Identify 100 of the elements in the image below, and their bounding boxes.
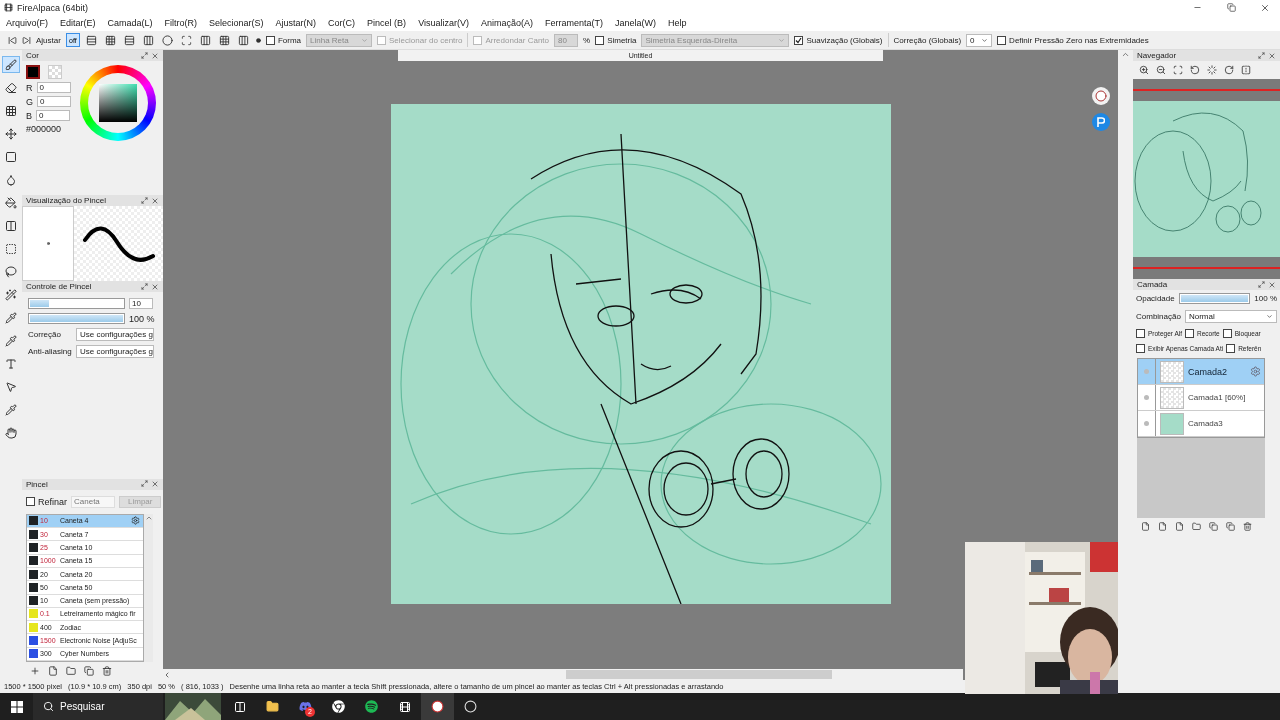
layer-item[interactable]: Camada2 <box>1138 359 1264 385</box>
checkbox[interactable] <box>794 35 804 45</box>
checkbox[interactable] <box>1226 344 1236 353</box>
navigator-preview[interactable] <box>1133 79 1280 279</box>
input-field[interactable]: 0 <box>36 110 70 121</box>
tool-button[interactable] <box>2 286 20 303</box>
new-file-icon[interactable] <box>48 666 58 676</box>
copy-icon[interactable] <box>1209 522 1218 531</box>
correction-dropdown[interactable]: 0 <box>966 33 993 47</box>
float-icon[interactable] <box>141 51 148 59</box>
fit-icon[interactable] <box>1173 65 1183 75</box>
menu-item[interactable]: Camada(L) <box>107 18 153 28</box>
settings-icon[interactable] <box>131 516 140 526</box>
opacity-reading: 100 % <box>1254 294 1277 303</box>
close-icon[interactable] <box>1260 2 1270 13</box>
search-field[interactable]: Pesquisar <box>33 693 163 720</box>
scrollbar[interactable] <box>144 513 153 662</box>
panel-header: Controle de Pincel <box>22 281 163 292</box>
menu-item[interactable]: Editar(E) <box>60 18 96 28</box>
new-layer-icon[interactable] <box>1158 522 1167 531</box>
blend-dropdown[interactable]: Normal <box>1184 310 1277 323</box>
close-icon[interactable] <box>151 480 159 489</box>
checkbox[interactable] <box>595 35 605 45</box>
restore-icon[interactable] <box>1226 3 1236 12</box>
menu-item[interactable]: Cor(C) <box>328 18 356 28</box>
menu-item[interactable]: Ajustar(N) <box>275 18 317 28</box>
folder-icon[interactable] <box>66 666 76 676</box>
lines-snap-icon[interactable] <box>124 34 136 46</box>
panel-header: Cor <box>22 50 163 61</box>
dot-icon[interactable] <box>255 37 261 43</box>
zoom-out-icon[interactable] <box>1156 65 1166 75</box>
input-field[interactable]: 0 <box>37 96 71 107</box>
new-layer-icon[interactable] <box>1141 522 1150 531</box>
menu-item[interactable]: Visualizar(V) <box>418 18 469 28</box>
size-slider[interactable] <box>28 298 125 309</box>
float-icon[interactable] <box>141 282 148 290</box>
parallel-snap-icon[interactable] <box>86 34 98 46</box>
checkbox[interactable] <box>1184 329 1194 338</box>
music-app-icon[interactable] <box>365 700 378 713</box>
field-label: Opacidade <box>1136 294 1175 303</box>
settings-icon[interactable] <box>1250 366 1261 377</box>
recorder-icon[interactable] <box>464 700 477 713</box>
grid-snap-icon[interactable] <box>219 34 231 46</box>
checkbox[interactable] <box>1136 329 1145 338</box>
zoom-in-icon[interactable] <box>1139 65 1149 75</box>
caret-icon <box>778 36 786 44</box>
menu-item[interactable]: Selecionar(S) <box>209 18 264 28</box>
panel-header: Visualização do Pincel <box>22 195 163 206</box>
dropdown[interactable]: Use configurações g <box>76 328 154 341</box>
dropdown[interactable]: Use configurações g <box>76 345 154 358</box>
trash-icon[interactable] <box>102 666 112 676</box>
checkbox-label: Refinar <box>38 496 67 507</box>
checkbox[interactable] <box>1136 344 1145 353</box>
input-field[interactable]: 10 <box>129 298 153 309</box>
next-frame-icon[interactable] <box>22 35 31 45</box>
checkbox[interactable] <box>26 497 35 507</box>
checkbox[interactable] <box>265 35 275 45</box>
add-brush-icon[interactable] <box>30 666 40 676</box>
copy-icon[interactable] <box>84 666 94 676</box>
tool-button[interactable] <box>2 56 20 73</box>
folder-icon[interactable] <box>1192 522 1201 531</box>
input-field[interactable]: 0 <box>36 82 71 93</box>
menu-item[interactable]: Ferramenta(T) <box>545 18 604 28</box>
menu-item[interactable]: Janela(W) <box>615 18 657 28</box>
media-app-icon[interactable] <box>398 700 411 713</box>
color-swatch[interactable] <box>26 65 40 79</box>
previous-frame-icon[interactable] <box>8 35 17 45</box>
menu-item[interactable]: Animação(A) <box>481 18 533 28</box>
float-icon[interactable] <box>141 480 148 488</box>
float-icon[interactable] <box>141 196 148 204</box>
layer-item[interactable]: Camada1 [60%] <box>1138 385 1264 411</box>
browser-icon[interactable] <box>332 700 345 713</box>
close-icon[interactable] <box>1268 51 1276 60</box>
close-icon[interactable] <box>151 196 159 205</box>
tool-button[interactable] <box>2 263 20 280</box>
new-layer-icon[interactable] <box>1175 522 1184 531</box>
checkbox[interactable] <box>1222 329 1232 338</box>
menu-item[interactable]: Filtro(R) <box>164 18 198 28</box>
trash-icon[interactable] <box>1243 522 1252 531</box>
float-icon[interactable] <box>1258 280 1265 288</box>
checkbox[interactable] <box>997 35 1007 45</box>
menu-item[interactable]: Arquivo(F) <box>6 18 48 28</box>
circle-snap-icon[interactable] <box>162 34 174 46</box>
scroll-up-icon[interactable] <box>1121 50 1130 59</box>
menu-item[interactable]: Help <box>668 18 687 28</box>
search-field[interactable]: Caneta <box>71 495 115 508</box>
close-icon[interactable] <box>1268 280 1276 289</box>
float-icon[interactable] <box>1258 51 1265 59</box>
layer-item[interactable]: Camada3 <box>1138 411 1264 437</box>
close-icon[interactable] <box>151 51 159 60</box>
scroll-left-icon[interactable] <box>163 670 171 679</box>
windows-icon[interactable] <box>10 700 23 713</box>
rotate-left-icon[interactable] <box>1190 65 1200 75</box>
rotate-right-icon[interactable] <box>1224 65 1234 75</box>
task-view-icon[interactable] <box>233 700 246 713</box>
menu-item[interactable]: Pincel (B) <box>367 18 407 28</box>
tool-button[interactable] <box>2 194 20 211</box>
channel-label: G <box>26 96 33 107</box>
close-icon[interactable] <box>151 282 159 291</box>
transparent-swatch[interactable] <box>48 65 62 79</box>
